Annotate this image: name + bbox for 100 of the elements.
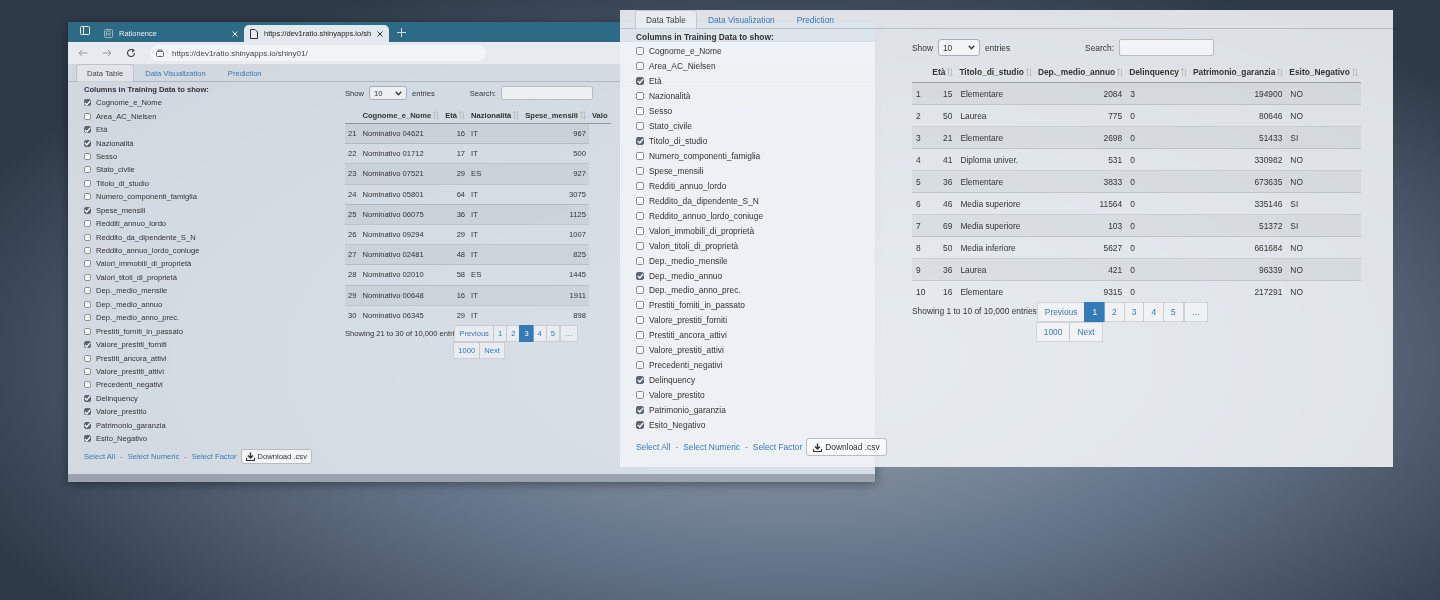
column-header[interactable]: Età: [932, 67, 946, 77]
page-button[interactable]: 1: [1084, 302, 1106, 322]
column-header[interactable]: Patrimonio_garanzia: [1192, 67, 1276, 77]
column-header[interactable]: Esito_Negativo: [1289, 67, 1350, 77]
checkbox[interactable]: [636, 211, 644, 220]
table-cell: 1: [912, 82, 930, 105]
checkbox[interactable]: [636, 331, 644, 340]
checkbox[interactable]: [84, 193, 91, 201]
table-cell: 335146: [1189, 192, 1287, 215]
close-icon[interactable]: [377, 30, 384, 37]
table-cell: Elementare: [956, 82, 1035, 105]
checkbox[interactable]: [636, 77, 644, 86]
checkbox[interactable]: [636, 152, 644, 161]
checkbox[interactable]: [636, 391, 644, 400]
checkbox[interactable]: [84, 166, 91, 174]
forward-icon[interactable]: [102, 49, 112, 57]
entries-select[interactable]: 10: [937, 39, 980, 56]
checkbox[interactable]: [636, 166, 644, 175]
checkbox[interactable]: [84, 220, 91, 228]
checkbox[interactable]: [636, 286, 644, 295]
page-button[interactable]: Next: [1069, 322, 1103, 342]
page-button[interactable]: 1000: [1035, 322, 1071, 342]
checkbox[interactable]: [636, 47, 644, 56]
checkbox[interactable]: [84, 394, 91, 402]
page-info-icon[interactable]: [156, 49, 164, 57]
checkbox[interactable]: [84, 233, 91, 241]
reload-icon[interactable]: [126, 48, 136, 58]
checkbox[interactable]: [84, 327, 91, 335]
table-cell: 775: [1034, 104, 1127, 127]
checkmark-icon: [84, 341, 91, 348]
download-button[interactable]: Download .csv: [806, 438, 887, 457]
checkbox[interactable]: [84, 179, 91, 187]
checkbox[interactable]: [636, 301, 644, 310]
plus-icon[interactable]: [397, 27, 407, 37]
checkbox[interactable]: [636, 405, 644, 414]
checkbox[interactable]: [636, 271, 644, 280]
back-icon[interactable]: [78, 49, 88, 57]
search-field[interactable]: [500, 86, 593, 100]
table-cell: 3: [912, 126, 930, 149]
tab[interactable]: Data Table: [635, 10, 697, 29]
table-cell: 5: [912, 170, 930, 193]
sidebar-icon[interactable]: [80, 25, 90, 35]
checkbox[interactable]: [84, 99, 91, 107]
checkbox[interactable]: [84, 435, 91, 443]
page-button[interactable]: 5: [1163, 302, 1184, 322]
page-button[interactable]: 4: [1143, 302, 1165, 322]
tab[interactable]: Data Visualization: [696, 10, 786, 29]
checkbox[interactable]: [636, 122, 644, 131]
checkbox[interactable]: [84, 367, 91, 375]
checkbox[interactable]: [636, 420, 644, 429]
column-header[interactable]: Titolo_di_studio: [959, 67, 1024, 77]
checkbox[interactable]: [84, 354, 91, 362]
page-button[interactable]: 2: [1104, 302, 1125, 322]
table-cell: NO: [1286, 82, 1361, 105]
link[interactable]: Select All: [636, 442, 671, 453]
page-button[interactable]: Previous: [1036, 302, 1086, 322]
page-button[interactable]: …: [1183, 302, 1209, 322]
checkbox[interactable]: [84, 206, 91, 214]
checkbox[interactable]: [636, 107, 644, 116]
table-cell: 51433: [1189, 126, 1287, 149]
checkbox[interactable]: [636, 346, 644, 355]
checkbox[interactable]: [84, 381, 91, 389]
checkbox[interactable]: [84, 314, 91, 322]
checkbox[interactable]: [636, 256, 644, 265]
checkbox[interactable]: [84, 408, 91, 416]
checkbox[interactable]: [636, 196, 644, 205]
checkbox[interactable]: [84, 300, 91, 308]
checkbox[interactable]: [636, 376, 644, 385]
table-cell: 103: [1034, 214, 1127, 237]
checkbox[interactable]: [84, 126, 91, 134]
checkbox[interactable]: [636, 226, 644, 235]
address-bar[interactable]: https://dev1ratio.shinyapps.io/shiny01/: [150, 45, 486, 61]
checkbox[interactable]: [636, 316, 644, 325]
checkbox[interactable]: [84, 421, 91, 429]
tab[interactable]: Prediction: [785, 10, 846, 29]
checkbox[interactable]: [84, 139, 91, 147]
column-header[interactable]: Delinquency: [1129, 67, 1179, 77]
separator-text: -: [744, 442, 749, 453]
page-button[interactable]: 3: [1123, 302, 1145, 322]
caret-icon: [395, 90, 402, 96]
checkbox[interactable]: [636, 241, 644, 250]
checkbox[interactable]: [636, 361, 644, 370]
search-field[interactable]: [1118, 39, 1214, 56]
checkbox[interactable]: [84, 152, 91, 160]
checkbox[interactable]: [636, 181, 644, 190]
checkbox[interactable]: [636, 62, 644, 71]
checkbox[interactable]: [636, 137, 644, 146]
column-header[interactable]: Dep._medio_annuo: [1037, 67, 1116, 77]
checkbox[interactable]: [84, 112, 91, 120]
horizontal-scrollbar[interactable]: [68, 474, 875, 482]
checkbox[interactable]: [84, 341, 91, 349]
table-cell: 36: [929, 170, 957, 193]
checkbox[interactable]: [84, 260, 91, 268]
table-cell: SI: [1286, 126, 1361, 149]
link[interactable]: Select Numeric: [683, 442, 741, 453]
checkbox[interactable]: [636, 92, 644, 101]
link[interactable]: Select Factor: [752, 442, 803, 453]
checkbox[interactable]: [84, 287, 91, 295]
checkbox[interactable]: [84, 273, 91, 281]
checkbox[interactable]: [84, 247, 91, 255]
